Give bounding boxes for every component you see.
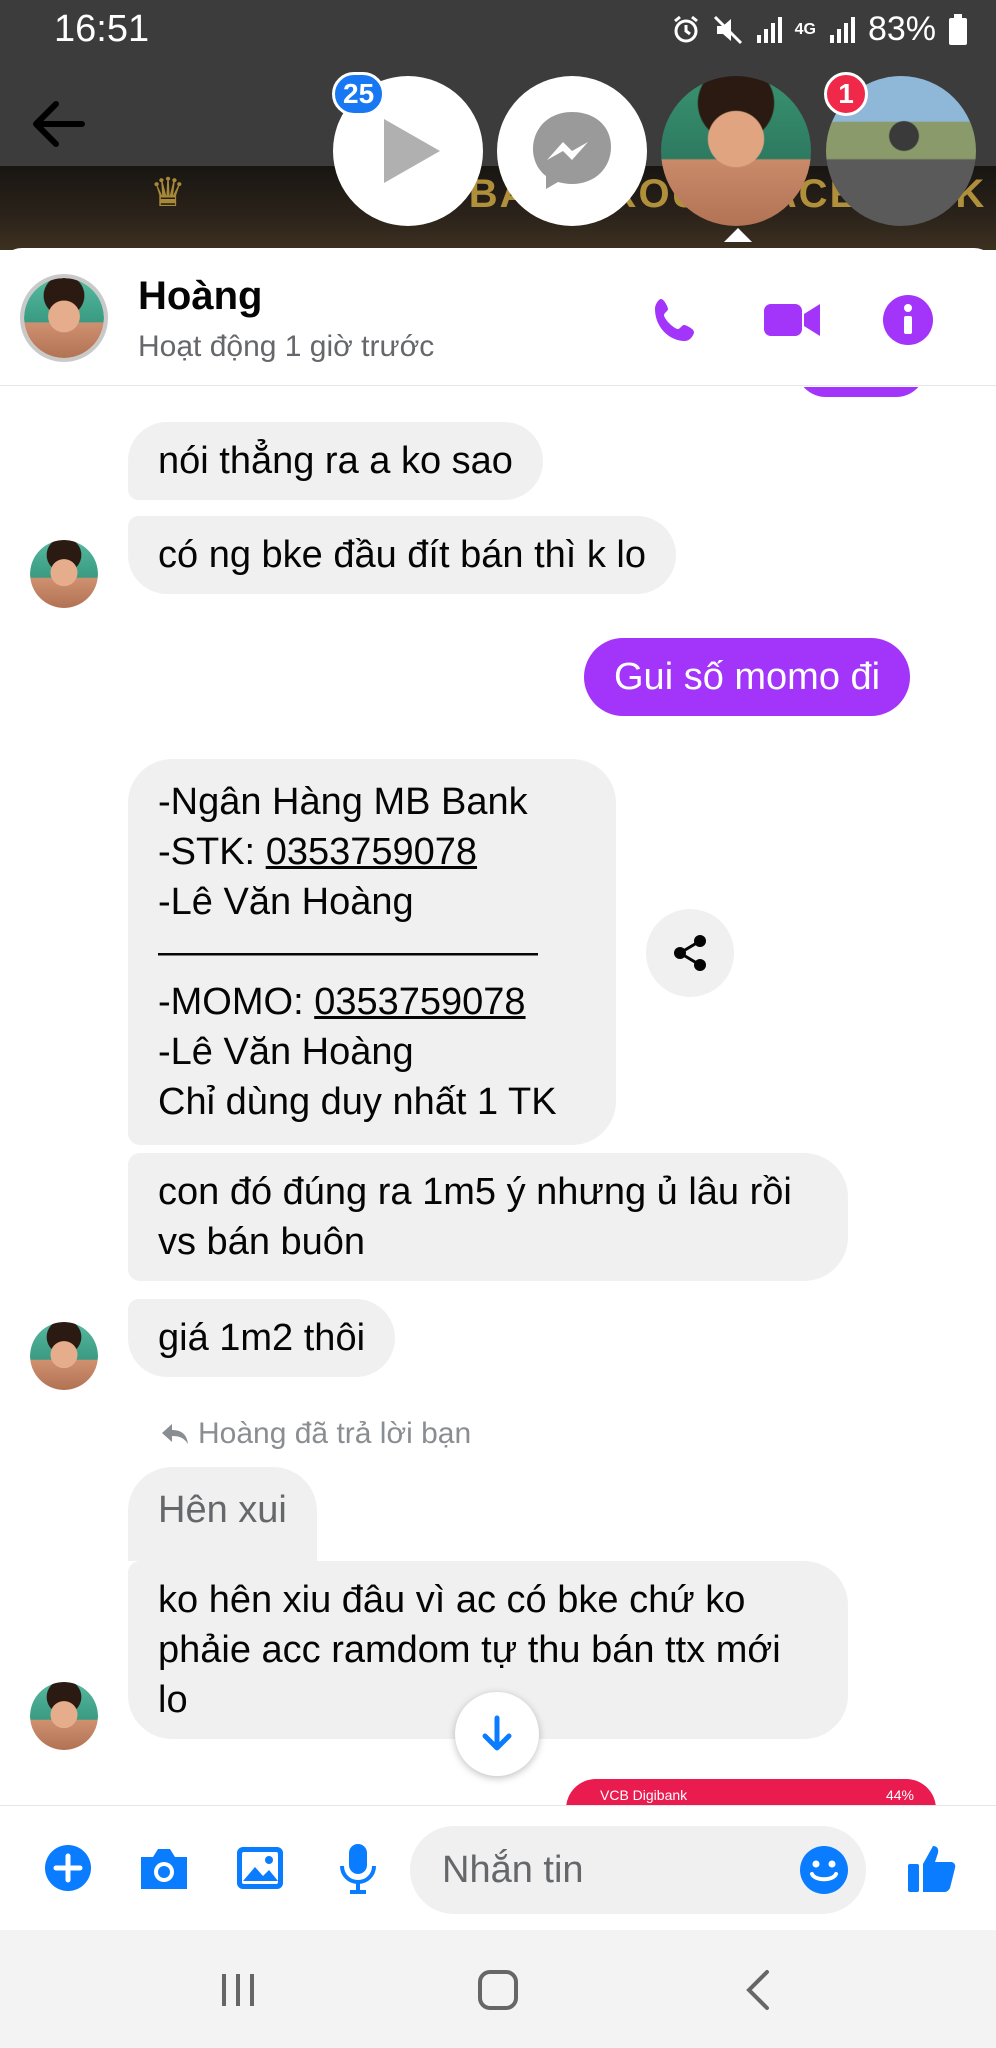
messenger-icon (533, 112, 611, 189)
bank-name-line: -Ngân Hàng MB Bank (158, 781, 528, 823)
network-type: 4G (794, 20, 816, 38)
info-button[interactable] (876, 288, 940, 352)
received-message[interactable]: có ng bke đầu đít bán thì k lo (128, 516, 677, 594)
call-button[interactable] (644, 288, 708, 352)
sent-message[interactable]: Gui số momo đi (584, 638, 911, 716)
unread-badge: 25 (332, 72, 386, 116)
signal-icon (755, 15, 783, 45)
contact-status: Hoạt động 1 giờ trước (138, 330, 435, 363)
video-call-button[interactable] (760, 288, 824, 352)
contact-avatar[interactable] (20, 274, 108, 362)
microphone-icon (340, 1844, 376, 1894)
smiley-icon (800, 1846, 848, 1894)
status-icons: 4G 83% (671, 10, 968, 49)
play-icon (384, 119, 440, 183)
unread-badge: 1 (824, 72, 868, 116)
quoted-message[interactable]: Hên xui (128, 1467, 317, 1561)
sender-avatar[interactable] (30, 1322, 98, 1390)
arrow-left-icon (33, 101, 85, 147)
message-list: nói thẳng ra a ko sao có ng bke đầu đít … (0, 387, 996, 1805)
system-navigation-bar (0, 1930, 996, 2048)
mute-icon (713, 15, 743, 45)
signal-icon-2 (828, 15, 856, 45)
status-time: 16:51 (54, 8, 150, 50)
note-line: Chỉ dùng duy nhất 1 TK (158, 1081, 557, 1123)
sender-avatar[interactable] (30, 540, 98, 608)
camera-icon (141, 1849, 187, 1889)
add-button[interactable] (36, 1836, 100, 1900)
home-icon (478, 1970, 518, 2010)
user-chat-head[interactable] (661, 76, 811, 226)
recents-icon (222, 1974, 254, 2006)
received-message[interactable]: giá 1m2 thôi (128, 1299, 396, 1377)
account-holder-line: -Lê Văn Hoàng (158, 881, 414, 923)
chat-header: Hoàng Hoạt động 1 giờ trước (0, 248, 996, 386)
alarm-icon (671, 15, 701, 45)
message-input[interactable] (440, 1826, 780, 1914)
message-input-container (410, 1826, 866, 1914)
composer (0, 1805, 996, 1930)
separator-line: —————————— (158, 931, 538, 973)
messenger-chat-head[interactable] (497, 76, 647, 226)
account-number-line: -STK: 0353759078 (158, 831, 478, 873)
sender-avatar[interactable] (30, 1682, 98, 1750)
chevron-left-icon (746, 1970, 769, 2010)
status-bar: 16:51 4G 83% (0, 0, 996, 62)
selected-head-pointer (724, 228, 752, 242)
sent-message-partial (796, 387, 926, 397)
arrow-down-icon (482, 1715, 512, 1751)
gallery-button[interactable] (228, 1836, 292, 1900)
received-message-bank-info[interactable]: -Ngân Hàng MB Bank -STK: 0353759078 -Lê … (128, 759, 616, 1145)
battery-icon (948, 13, 968, 46)
image-message-preview[interactable]: VCB Digibank 44% (566, 1779, 936, 1805)
thumbs-up-icon (908, 1846, 956, 1892)
share-button[interactable] (646, 909, 734, 997)
account-number-link[interactable]: 0353759078 (266, 831, 477, 873)
reply-label: Hoàng đã trả lời bạn (198, 1417, 472, 1450)
contact-name[interactable]: Hoàng (138, 274, 262, 319)
system-back-button[interactable] (718, 1958, 798, 2022)
scroll-to-bottom-button[interactable] (455, 1692, 539, 1776)
camera-button[interactable] (132, 1836, 196, 1900)
microphone-button[interactable] (326, 1836, 390, 1900)
received-message[interactable]: nói thẳng ra a ko sao (128, 422, 543, 500)
phone-icon (655, 299, 694, 341)
back-button[interactable] (22, 88, 94, 160)
image-preview-label: VCB Digibank (600, 1787, 688, 1803)
image-icon (237, 1847, 283, 1889)
home-button[interactable] (458, 1958, 538, 2022)
share-icon (674, 935, 706, 971)
crown-icon: ♛ (150, 171, 186, 215)
like-button[interactable] (900, 1836, 964, 1900)
momo-number-link[interactable]: 0353759078 (314, 981, 525, 1023)
video-camera-icon (764, 304, 820, 336)
received-message[interactable]: con đó đúng ra 1m5 ý nhưng ủ lâu rồi vs … (128, 1153, 848, 1281)
momo-line: -MOMO: 0353759078 (158, 981, 526, 1023)
info-icon (883, 295, 933, 345)
momo-holder-line: -Lê Văn Hoàng (158, 1031, 414, 1073)
plus-circle-icon (45, 1845, 91, 1891)
recent-apps-button[interactable] (198, 1958, 278, 2022)
reply-indicator: Hoàng đã trả lời bạn (160, 1417, 471, 1451)
battery-percent: 83% (867, 10, 936, 48)
reply-icon (162, 1424, 188, 1444)
image-preview-status: 44% (885, 1787, 914, 1803)
emoji-button[interactable] (792, 1838, 856, 1902)
